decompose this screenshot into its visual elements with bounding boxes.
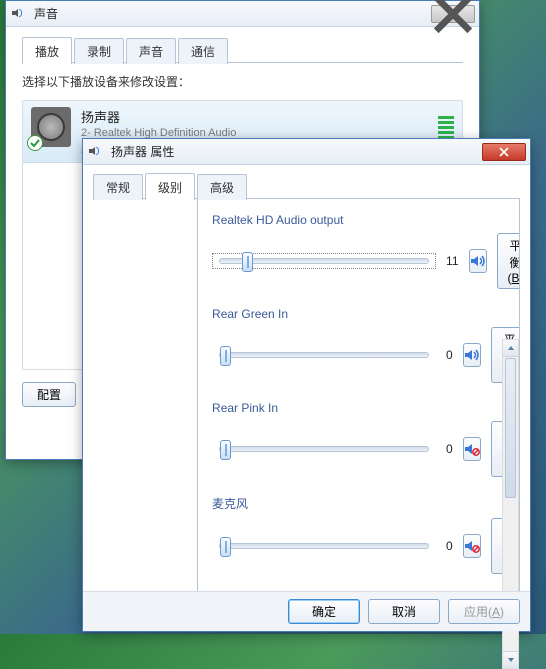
dialog-footer: 确定 取消 应用(A): [83, 591, 530, 631]
speaker-title-icon: [89, 144, 105, 160]
volume-value: 11: [446, 254, 458, 268]
props-titlebar[interactable]: 扬声器 属性: [83, 139, 530, 165]
speaker-properties-window: 扬声器 属性 常规级别高级 Realtek HD Audio output 11 平…: [82, 138, 531, 632]
scrollbar-thumb[interactable]: [505, 358, 516, 498]
mute-off-icon[interactable]: [463, 343, 481, 367]
props-tab-1[interactable]: 级别: [145, 173, 195, 200]
mute-on-icon[interactable]: [463, 534, 481, 558]
apply-button[interactable]: 应用(A): [448, 599, 520, 624]
sound-tabs: 播放录制声音通信: [22, 37, 463, 63]
props-tabs: 常规级别高级: [93, 173, 520, 199]
channel-label: Rear Pink In: [212, 401, 505, 415]
ok-button[interactable]: 确定: [288, 599, 360, 624]
volume-slider[interactable]: [212, 347, 436, 363]
sound-tab-1[interactable]: 录制: [74, 38, 124, 64]
props-title: 扬声器 属性: [111, 143, 476, 160]
sound-tab-0[interactable]: 播放: [22, 37, 72, 64]
mute-on-icon[interactable]: [463, 437, 481, 461]
mute-off-icon[interactable]: [469, 249, 487, 273]
channel-rear-green: Rear Green In0平衡(B): [212, 307, 505, 383]
sound-titlebar[interactable]: 声音: [6, 1, 479, 27]
check-icon: [27, 135, 43, 151]
volume-slider[interactable]: [212, 441, 436, 457]
volume-slider[interactable]: [212, 253, 436, 269]
sound-tab-3[interactable]: 通信: [178, 38, 228, 64]
volume-value: 0: [446, 442, 453, 456]
volume-slider[interactable]: [212, 538, 436, 554]
channel-label: Realtek HD Audio output: [212, 213, 505, 227]
sound-title: 声音: [34, 5, 425, 22]
sound-tab-2[interactable]: 声音: [126, 38, 176, 64]
props-body: 常规级别高级 Realtek HD Audio output11平衡(B)Rea…: [83, 165, 530, 599]
sound-prompt: 选择以下播放设备来修改设置：: [22, 73, 463, 90]
channel-mic: 麦克风0平衡(B): [212, 495, 505, 574]
close-icon[interactable]: [482, 143, 526, 161]
channel-label: Rear Green In: [212, 307, 505, 321]
props-tab-levels: Realtek HD Audio output 11 平衡(B) Rear Green…: [197, 199, 520, 599]
cancel-button[interactable]: 取消: [368, 599, 440, 624]
device-thumb-icon: [31, 107, 71, 147]
scroll-down-icon[interactable]: [503, 651, 518, 668]
volume-value: 0: [446, 539, 453, 553]
channel-rear-pink: Rear Pink In0平衡(B): [212, 401, 505, 477]
sound-titlebar-icon: [12, 6, 28, 22]
props-tab-2[interactable]: 高级: [197, 174, 247, 200]
close-icon[interactable]: [431, 5, 475, 23]
channel-output: Realtek HD Audio output11平衡(B): [212, 213, 505, 289]
device-name: 扬声器: [81, 107, 428, 126]
configure-button[interactable]: 配置: [22, 382, 76, 407]
props-tab-0[interactable]: 常规: [93, 174, 143, 200]
scroll-up-icon[interactable]: [503, 340, 518, 357]
volume-value: 0: [446, 348, 453, 362]
channel-label: 麦克风: [212, 495, 505, 512]
balance-button[interactable]: 平衡(B): [497, 233, 521, 289]
